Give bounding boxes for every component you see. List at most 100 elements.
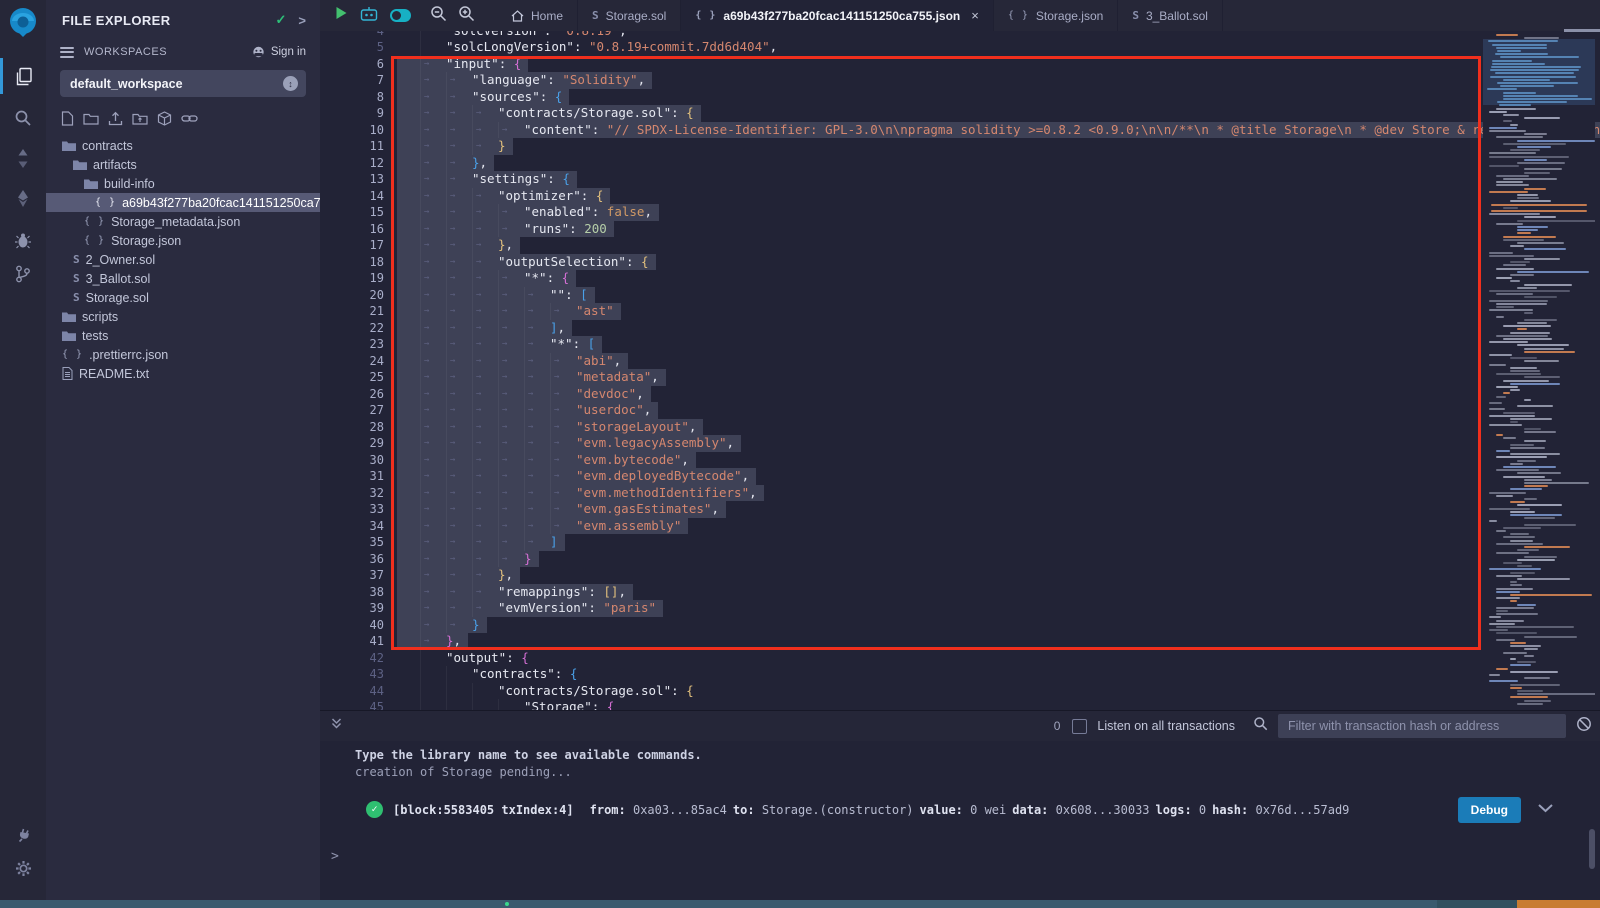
code-line-22[interactable]: 22], <box>320 320 1600 337</box>
close-tab-icon[interactable]: × <box>971 8 979 23</box>
tab-home[interactable]: Home <box>497 0 578 31</box>
code-line-4[interactable]: 4"solcVersion": "0.8.19", <box>320 31 1600 39</box>
minimap[interactable] <box>1483 31 1595 710</box>
code-line-18[interactable]: 18"outputSelection": { <box>320 254 1600 271</box>
main-area: HomeSStorage.sol{ }a69b43f277ba20fcac141… <box>320 0 1600 900</box>
debug-button[interactable]: Debug <box>1458 797 1521 823</box>
tree-item-tests[interactable]: tests <box>46 326 320 345</box>
source-control-icon[interactable] <box>0 256 46 292</box>
code-line-7[interactable]: 7"language": "Solidity", <box>320 72 1600 89</box>
code-line-24[interactable]: 24"abi", <box>320 353 1600 370</box>
tree-item-3-ballot-sol[interactable]: S3_Ballot.sol <box>46 269 320 288</box>
code-line-25[interactable]: 25"metadata", <box>320 369 1600 386</box>
zoom-in-icon[interactable] <box>458 5 475 27</box>
tree-item-storage-json[interactable]: { }Storage.json <box>46 231 320 250</box>
code-line-23[interactable]: 23"*": [ <box>320 336 1600 353</box>
code-editor[interactable]: 4"solcVersion": "0.8.19",5"solcLongVersi… <box>320 31 1600 710</box>
code-line-35[interactable]: 35] <box>320 534 1600 551</box>
ai-assistant-icon[interactable] <box>359 5 379 27</box>
upload-file-icon[interactable] <box>108 111 123 126</box>
code-line-26[interactable]: 26"devdoc", <box>320 386 1600 403</box>
tree-item-storage-metadata-json[interactable]: { }Storage_metadata.json <box>46 212 320 231</box>
remix-logo-icon[interactable] <box>0 4 46 40</box>
code-line-33[interactable]: 33"evm.gasEstimates", <box>320 501 1600 518</box>
new-file-icon[interactable] <box>61 111 74 126</box>
tree-item-contracts[interactable]: contracts <box>46 136 320 155</box>
tree-item-readme-txt[interactable]: README.txt <box>46 364 320 383</box>
code-line-13[interactable]: 13"settings": { <box>320 171 1600 188</box>
code-line-34[interactable]: 34"evm.assembly" <box>320 518 1600 535</box>
code-line-12[interactable]: 12}, <box>320 155 1600 172</box>
code-line-41[interactable]: 41}, <box>320 633 1600 650</box>
workspace-select[interactable]: default_workspace ↕ <box>60 70 306 97</box>
zoom-out-icon[interactable] <box>430 5 447 27</box>
code-line-37[interactable]: 37}, <box>320 567 1600 584</box>
search-icon[interactable] <box>0 100 46 136</box>
code-line-42[interactable]: 42"output": { <box>320 650 1600 667</box>
code-line-32[interactable]: 32"evm.methodIdentifiers", <box>320 485 1600 502</box>
terminal-scrollbar[interactable] <box>1589 829 1595 869</box>
code-line-28[interactable]: 28"storageLayout", <box>320 419 1600 436</box>
tab-3-ballot-sol[interactable]: S3_Ballot.sol <box>1118 0 1223 31</box>
code-line-8[interactable]: 8"sources": { <box>320 89 1600 106</box>
code-line-27[interactable]: 27"userdoc", <box>320 402 1600 419</box>
tree-item-storage-sol[interactable]: SStorage.sol <box>46 288 320 307</box>
code-line-36[interactable]: 36} <box>320 551 1600 568</box>
workspaces-menu-icon[interactable] <box>60 44 74 60</box>
code-line-5[interactable]: 5"solcLongVersion": "0.8.19+commit.7dd6d… <box>320 39 1600 56</box>
terminal-prompt[interactable]: > <box>331 849 339 864</box>
code-line-14[interactable]: 14"optimizer": { <box>320 188 1600 205</box>
tree-item--prettierrc-json[interactable]: { }.prettierrc.json <box>46 345 320 364</box>
code-line-39[interactable]: 39"evmVersion": "paris" <box>320 600 1600 617</box>
tree-item-build-info[interactable]: build-info <box>46 174 320 193</box>
upload-folder-icon[interactable] <box>132 112 148 126</box>
code-line-31[interactable]: 31"evm.deployedBytecode", <box>320 468 1600 485</box>
terminal-search-icon[interactable] <box>1253 716 1268 736</box>
code-line-21[interactable]: 21"ast" <box>320 303 1600 320</box>
deploy-run-icon[interactable] <box>0 180 46 216</box>
code-line-29[interactable]: 29"evm.legacyAssembly", <box>320 435 1600 452</box>
chevron-right-icon[interactable]: > <box>298 13 306 28</box>
copilot-toggle[interactable] <box>390 9 411 22</box>
code-line-19[interactable]: 19"*": { <box>320 270 1600 287</box>
ipfs-box-icon[interactable] <box>157 111 172 126</box>
code-line-30[interactable]: 30"evm.bytecode", <box>320 452 1600 469</box>
code-line-6[interactable]: 6"input": { <box>320 56 1600 73</box>
code-line-45[interactable]: 45"Storage": { <box>320 699 1600 710</box>
code-line-38[interactable]: 38"remappings": [], <box>320 584 1600 601</box>
tree-item-artifacts[interactable]: artifacts <box>46 155 320 174</box>
tabbar-scrollbar[interactable] <box>1564 29 1600 32</box>
solidity-compiler-icon[interactable] <box>0 140 46 176</box>
link-icon[interactable] <box>181 112 198 125</box>
tx-expand-chevron-icon[interactable] <box>1537 801 1554 819</box>
listen-checkbox[interactable] <box>1072 719 1087 734</box>
code-line-16[interactable]: 16"runs": 200 <box>320 221 1600 238</box>
tx-filter-input[interactable] <box>1278 714 1566 738</box>
tree-item-2-owner-sol[interactable]: S2_Owner.sol <box>46 250 320 269</box>
code-line-43[interactable]: 43"contracts": { <box>320 666 1600 683</box>
tree-item-scripts[interactable]: scripts <box>46 307 320 326</box>
expand-terminal-icon[interactable] <box>330 717 343 735</box>
debugger-icon[interactable] <box>0 222 46 258</box>
code-line-20[interactable]: 20"": [ <box>320 287 1600 304</box>
tab-a69b43f277ba20fcac141151250ca755-json[interactable]: { }a69b43f277ba20fcac141151250ca755.json… <box>681 0 994 31</box>
code-line-40[interactable]: 40} <box>320 617 1600 634</box>
file-explorer-icon[interactable] <box>0 58 46 94</box>
settings-gear-icon[interactable] <box>0 850 46 886</box>
code-line-9[interactable]: 9"contracts/Storage.sol": { <box>320 105 1600 122</box>
run-script-icon[interactable] <box>334 6 348 25</box>
code-line-17[interactable]: 17}, <box>320 237 1600 254</box>
file-explorer-panel: FILE EXPLORER ✓ > WORKSPACES Sign in def… <box>46 0 321 900</box>
transaction-log-row[interactable]: ✓ [block:5583405 txIndex:4] from: 0xa03.… <box>366 801 1349 818</box>
code-line-44[interactable]: 44"contracts/Storage.sol": { <box>320 683 1600 700</box>
code-line-11[interactable]: 11} <box>320 138 1600 155</box>
tab-storage-sol[interactable]: SStorage.sol <box>578 0 681 31</box>
code-line-10[interactable]: 10"content": "// SPDX-License-Identifier… <box>320 122 1600 139</box>
plugin-manager-icon[interactable] <box>0 818 46 854</box>
clear-terminal-icon[interactable] <box>1576 716 1592 737</box>
new-folder-icon[interactable] <box>83 112 99 126</box>
tab-storage-json[interactable]: { }Storage.json <box>994 0 1118 31</box>
sign-in-button[interactable]: Sign in <box>251 46 306 59</box>
tree-item-a69b43f277ba20fcac141151250ca7-[interactable]: { }a69b43f277ba20fcac141151250ca7... <box>46 193 320 212</box>
code-line-15[interactable]: 15"enabled": false, <box>320 204 1600 221</box>
